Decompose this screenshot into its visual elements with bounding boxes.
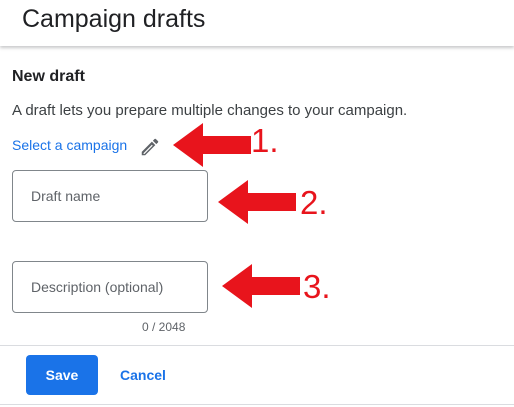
page-header: Campaign drafts [0, 0, 514, 46]
pencil-icon[interactable] [139, 136, 161, 158]
annotation-arrow-1 [173, 123, 251, 167]
annotation-arrow-2 [218, 180, 296, 224]
select-campaign-link[interactable]: Select a campaign [12, 137, 127, 153]
cancel-button[interactable]: Cancel [110, 355, 176, 395]
annotation-label-2: 2. [300, 184, 328, 221]
bottom-divider [0, 404, 514, 405]
draft-description-text: A draft lets you prepare multiple change… [12, 102, 408, 119]
save-button[interactable]: Save [26, 355, 98, 395]
page-title: Campaign drafts [22, 5, 206, 33]
description-field[interactable] [12, 261, 208, 313]
draft-name-input[interactable] [13, 171, 207, 221]
annotation-label-3: 3. [303, 268, 331, 305]
annotation-label-1: 1. [251, 122, 279, 159]
description-input[interactable] [13, 262, 207, 312]
section-title: New draft [12, 68, 85, 85]
annotation-arrow-3 [222, 264, 300, 308]
draft-name-field[interactable] [12, 170, 208, 222]
footer-divider [0, 345, 514, 346]
character-counter: 0 / 2048 [142, 320, 186, 334]
